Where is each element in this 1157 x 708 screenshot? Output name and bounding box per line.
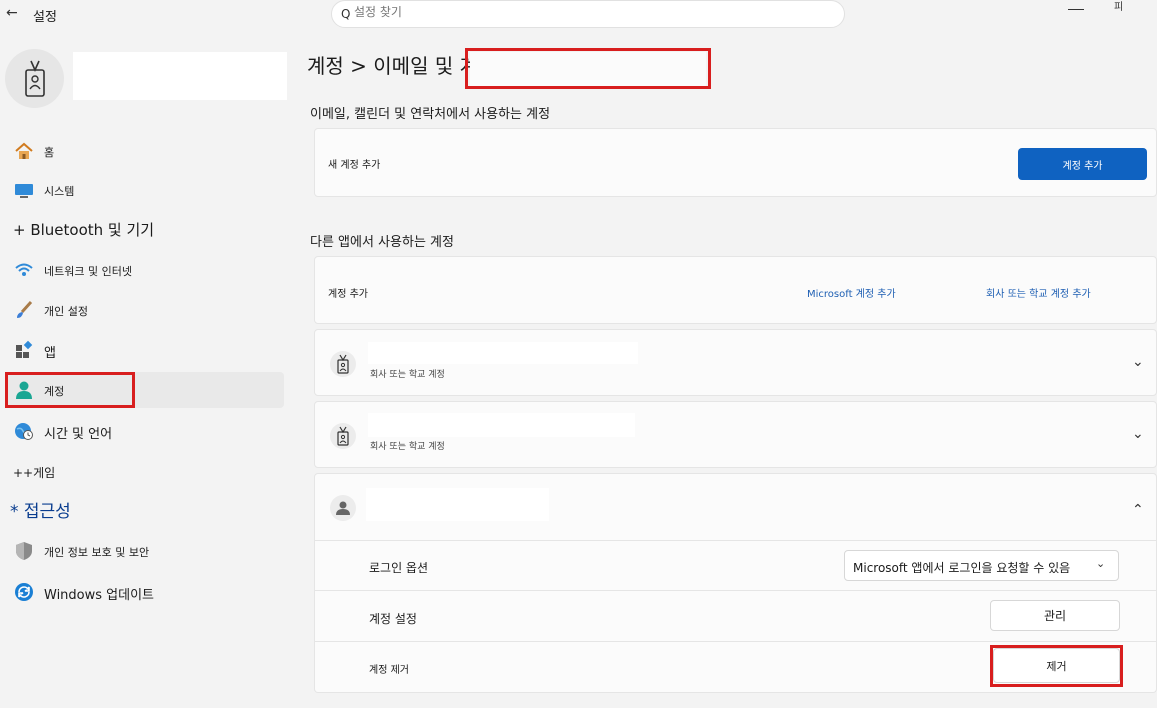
signin-options-row: 로그인 옵션 Microsoft 앱에서 로그인을 요청할 수 있음 ⌄ [314,541,1157,591]
account-item[interactable]: 회사 또는 학교 계정 ⌄ [314,329,1157,396]
search-box[interactable]: Q [331,0,845,28]
brush-icon [17,300,33,318]
section-heading-email: 이메일, 캘린더 및 연락처에서 사용하는 계정 [310,107,551,122]
remove-account-label: 계정 제거 [369,665,409,676]
sidebar-item-personalization[interactable]: 개인 설정 [5,292,284,328]
sidebar-item-gaming[interactable]: ++게임 [5,454,284,490]
sidebar-item-label: 네트워크 및 인터넷 [44,265,132,278]
badge-icon [25,60,45,97]
sidebar-item-apps[interactable]: 앱 [5,332,284,368]
globe-clock-icon [15,423,33,440]
sidebar-item-label: 시스템 [44,185,75,198]
add-microsoft-account-link[interactable]: Microsoft 계정 추가 [807,285,896,300]
search-input[interactable] [354,5,654,19]
signin-options-label: 로그인 옵션 [369,561,429,575]
sidebar-item-label: 개인 정보 보호 및 보안 [44,546,150,559]
add-account-card: 계정 추가 Microsoft 계정 추가 회사 또는 학교 계정 추가 [314,256,1157,324]
sidebar-item-label: + Bluetooth 및 기기 [13,221,155,239]
apps-icon [16,340,33,358]
section-heading-other-apps: 다른 앱에서 사용하는 계정 [310,235,454,250]
update-icon [15,583,33,601]
manage-button[interactable]: 관리 [990,600,1120,631]
sidebar-item-label: ++게임 [13,466,56,480]
account-item[interactable]: 회사 또는 학교 계정 ⌄ [314,401,1157,468]
sidebar-item-privacy[interactable]: 개인 정보 보호 및 보안 [5,533,284,569]
sidebar-item-label: 시간 및 언어 [44,427,113,442]
sidebar-item-label: 개인 설정 [44,305,88,318]
sidebar-item-network[interactable]: 네트워크 및 인터넷 [5,252,284,288]
monitor-icon [15,184,33,198]
sidebar-item-accessibility[interactable]: * 접근성 [5,491,284,527]
wifi-icon [15,263,33,276]
add-account-label: 계정 추가 [328,289,368,300]
new-account-card: 새 계정 추가 계정 추가 [314,128,1157,197]
sidebar-item-time-language[interactable]: 시간 및 언어 [5,413,284,449]
add-account-button[interactable]: 계정 추가 [1018,148,1147,180]
account-name-redacted [366,488,549,521]
highlight-box [990,645,1123,687]
sidebar-item-label: 앱 [44,346,56,361]
person-icon [330,495,356,521]
window-title: 설정 [33,10,57,25]
sidebar-item-windows-update[interactable]: Windows 업데이트 [5,574,284,610]
arrow-left-icon[interactable]: ← [6,5,20,21]
chevron-down-icon[interactable]: ⌄ [1132,426,1144,442]
account-item-expanded[interactable]: ⌃ [314,473,1157,541]
chevron-down-icon[interactable]: ⌄ [1132,354,1144,370]
account-type: 회사 또는 학교 계정 [370,370,445,380]
maximize-button[interactable]: 피 [1114,0,1123,13]
minimize-icon[interactable] [1068,0,1084,10]
user-name-redacted [73,52,287,100]
add-work-school-account-link[interactable]: 회사 또는 학교 계정 추가 [986,285,1091,300]
title-bar: ← 설정 Q 피 [0,0,1157,30]
sidebar-item-label: Windows 업데이트 [44,588,155,603]
avatar [5,49,64,108]
signin-options-dropdown[interactable]: Microsoft 앱에서 로그인을 요청할 수 있음 ⌄ [844,550,1119,581]
account-settings-row: 계정 설정 관리 [314,591,1157,642]
account-name-redacted [368,342,638,364]
highlight-box [465,48,711,89]
sidebar-item-system[interactable]: 시스템 [5,172,284,208]
account-type: 회사 또는 학교 계정 [370,442,445,452]
badge-icon [330,351,356,377]
sidebar-item-home[interactable]: 홈 [5,133,284,169]
sidebar-item-bluetooth[interactable]: + Bluetooth 및 기기 [5,211,284,247]
home-icon [15,142,33,159]
badge-icon [330,423,356,449]
account-settings-label: 계정 설정 [369,612,417,626]
chevron-up-icon[interactable]: ⌃ [1132,502,1144,518]
chevron-down-icon: ⌄ [1096,557,1106,570]
account-name-redacted [368,413,635,437]
new-account-label: 새 계정 추가 [328,160,381,171]
signin-options-value: Microsoft 앱에서 로그인을 요청할 수 있음 [853,561,1071,575]
search-icon: Q [341,7,351,21]
highlight-box [5,372,135,408]
sidebar-item-label: * 접근성 [10,502,71,522]
sidebar-item-label: 홈 [44,146,55,159]
shield-icon [16,542,32,560]
